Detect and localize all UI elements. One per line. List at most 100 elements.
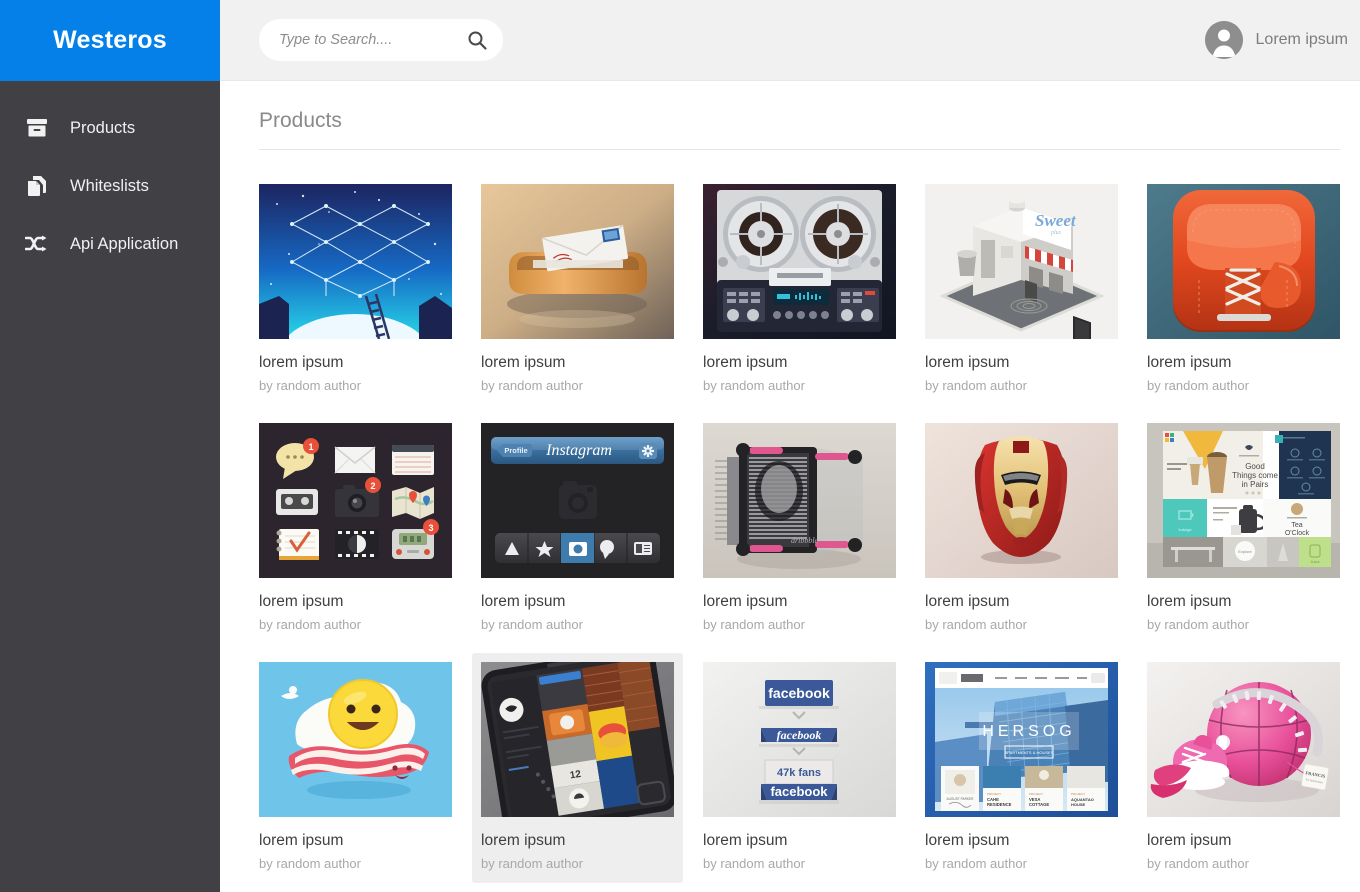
product-author: by random author	[1147, 856, 1249, 871]
avatar	[1204, 21, 1243, 59]
product-card[interactable]: dribbble lorem ipsum by random author	[694, 414, 905, 644]
product-grid: lorem ipsum by random author lorem ipsum…	[259, 175, 1340, 883]
sidebar-item-api-application[interactable]: Api Application	[0, 215, 220, 273]
svg-text:PROJECT: PROJECT	[987, 792, 1001, 796]
product-thumbnail: FRANCIS for fashionista	[1147, 662, 1340, 817]
user-menu[interactable]: Lorem ipsum	[1204, 21, 1348, 59]
product-card[interactable]: lorem ipsum by random author	[250, 653, 461, 883]
sidebar-item-label: Whiteslists	[70, 176, 149, 195]
shuffle-icon	[24, 231, 50, 257]
product-author: by random author	[259, 617, 361, 632]
svg-text:plus: plus	[1050, 230, 1062, 236]
product-card[interactable]: Good Things come in Pairs Indulge Tea O'…	[1138, 414, 1349, 644]
svg-text:Profile: Profile	[504, 446, 527, 455]
product-author: by random author	[259, 856, 361, 871]
svg-text:PROJECT: PROJECT	[1029, 792, 1043, 796]
product-card[interactable]: Sweet plus lorem ipsum by random author	[916, 175, 1127, 405]
archive-box-icon	[24, 115, 50, 141]
product-card[interactable]: lorem ipsum by random author	[472, 175, 683, 405]
svg-text:PROJECT: PROJECT	[1071, 792, 1085, 796]
product-title: lorem ipsum	[259, 593, 344, 610]
svg-text:dribbble: dribbble	[791, 536, 819, 545]
product-card[interactable]: HERSOG APARTMENTS & HOUSES AUGUST PARKER	[916, 653, 1127, 883]
svg-text:facebook: facebook	[770, 784, 828, 799]
product-thumbnail: dribbble	[703, 423, 896, 578]
product-author: by random author	[481, 378, 583, 393]
app-root: Westeros Products Whiteslists Api Applic…	[0, 0, 1360, 892]
product-card[interactable]: FRANCIS for fashionista lorem ipsum by r…	[1138, 653, 1349, 883]
product-title: lorem ipsum	[259, 832, 344, 849]
brand-title: Westeros	[53, 26, 167, 54]
svg-text:facebook: facebook	[777, 728, 822, 742]
svg-text:1: 1	[308, 442, 313, 452]
product-title: lorem ipsum	[925, 832, 1010, 849]
user-name: Lorem ipsum	[1255, 31, 1348, 48]
page-title: Products	[259, 109, 342, 132]
svg-text:2: 2	[370, 481, 375, 491]
product-title: lorem ipsum	[703, 354, 788, 371]
product-thumbnail: HERSOG APARTMENTS & HOUSES AUGUST PARKER	[925, 662, 1118, 817]
product-author: by random author	[925, 378, 1027, 393]
product-thumbnail	[259, 662, 452, 817]
product-card[interactable]: 12 lorem ipsum by random author	[472, 653, 683, 883]
product-author: by random author	[703, 856, 805, 871]
sidebar-item-label: Api Application	[70, 234, 179, 253]
svg-text:COTTAGE: COTTAGE	[1029, 802, 1049, 807]
svg-text:Juice: Juice	[1310, 559, 1320, 564]
svg-text:Good: Good	[1245, 462, 1265, 471]
product-thumbnail	[481, 184, 674, 339]
svg-text:RESIDENCE: RESIDENCE	[987, 802, 1012, 807]
product-title: lorem ipsum	[925, 354, 1010, 371]
product-thumbnail	[925, 423, 1118, 578]
svg-text:Sweet: Sweet	[1035, 211, 1077, 230]
main-area: Lorem ipsum Products	[220, 0, 1360, 892]
product-author: by random author	[259, 378, 361, 393]
product-thumbnail: Good Things come in Pairs Indulge Tea O'…	[1147, 423, 1340, 578]
product-thumbnail	[1147, 184, 1340, 339]
product-author: by random author	[703, 378, 805, 393]
svg-text:47k fans: 47k fans	[777, 767, 821, 779]
search-icon[interactable]	[467, 30, 487, 50]
product-title: lorem ipsum	[1147, 354, 1232, 371]
product-card[interactable]: Profile Instagram lorem ipsum by random …	[472, 414, 683, 644]
sidebar-nav: Products Whiteslists Api Application	[0, 81, 220, 273]
product-author: by random author	[1147, 378, 1249, 393]
product-thumbnail: Sweet plus	[925, 184, 1118, 339]
content-area: Products lorem ipsum by random author lo…	[220, 81, 1360, 892]
search-container	[259, 19, 503, 61]
product-author: by random author	[925, 856, 1027, 871]
product-card[interactable]: lorem ipsum by random author	[694, 175, 905, 405]
product-title: lorem ipsum	[1147, 593, 1232, 610]
sidebar-item-whiteslists[interactable]: Whiteslists	[0, 157, 220, 215]
product-title: lorem ipsum	[481, 593, 566, 610]
product-title: lorem ipsum	[703, 832, 788, 849]
svg-text:facebook: facebook	[768, 685, 830, 701]
product-thumbnail: Profile Instagram	[481, 423, 674, 578]
brand-header: Westeros	[0, 0, 220, 81]
product-card[interactable]: 1 2 3 lorem ipsum by random author	[250, 414, 461, 644]
svg-text:Explore: Explore	[1238, 549, 1252, 554]
svg-text:Instagram: Instagram	[545, 442, 612, 459]
svg-text:Tea: Tea	[1291, 522, 1302, 529]
svg-text:AUGUST PARKER: AUGUST PARKER	[947, 797, 975, 801]
sidebar-item-label: Products	[70, 118, 136, 137]
top-bar: Lorem ipsum	[220, 0, 1360, 81]
svg-text:Indulge: Indulge	[1178, 527, 1192, 532]
product-card[interactable]: facebook facebook 47k fans facebook lore…	[694, 653, 905, 883]
svg-text:APARTMENTS & HOUSES: APARTMENTS & HOUSES	[1005, 750, 1054, 755]
product-title: lorem ipsum	[703, 593, 788, 610]
svg-text:O'Clock: O'Clock	[1285, 530, 1310, 537]
documents-icon	[24, 173, 50, 199]
sidebar: Westeros Products Whiteslists Api Applic…	[0, 0, 220, 892]
product-author: by random author	[481, 617, 583, 632]
product-card[interactable]: lorem ipsum by random author	[1138, 175, 1349, 405]
product-title: lorem ipsum	[925, 593, 1010, 610]
svg-text:in Pairs: in Pairs	[1242, 480, 1269, 489]
sidebar-item-products[interactable]: Products	[0, 99, 220, 157]
svg-text:HOUSE: HOUSE	[1071, 802, 1086, 807]
product-card[interactable]: lorem ipsum by random author	[250, 175, 461, 405]
product-title: lorem ipsum	[259, 354, 344, 371]
svg-text:12: 12	[569, 769, 582, 782]
svg-text:3: 3	[428, 523, 433, 533]
product-card[interactable]: lorem ipsum by random author	[916, 414, 1127, 644]
